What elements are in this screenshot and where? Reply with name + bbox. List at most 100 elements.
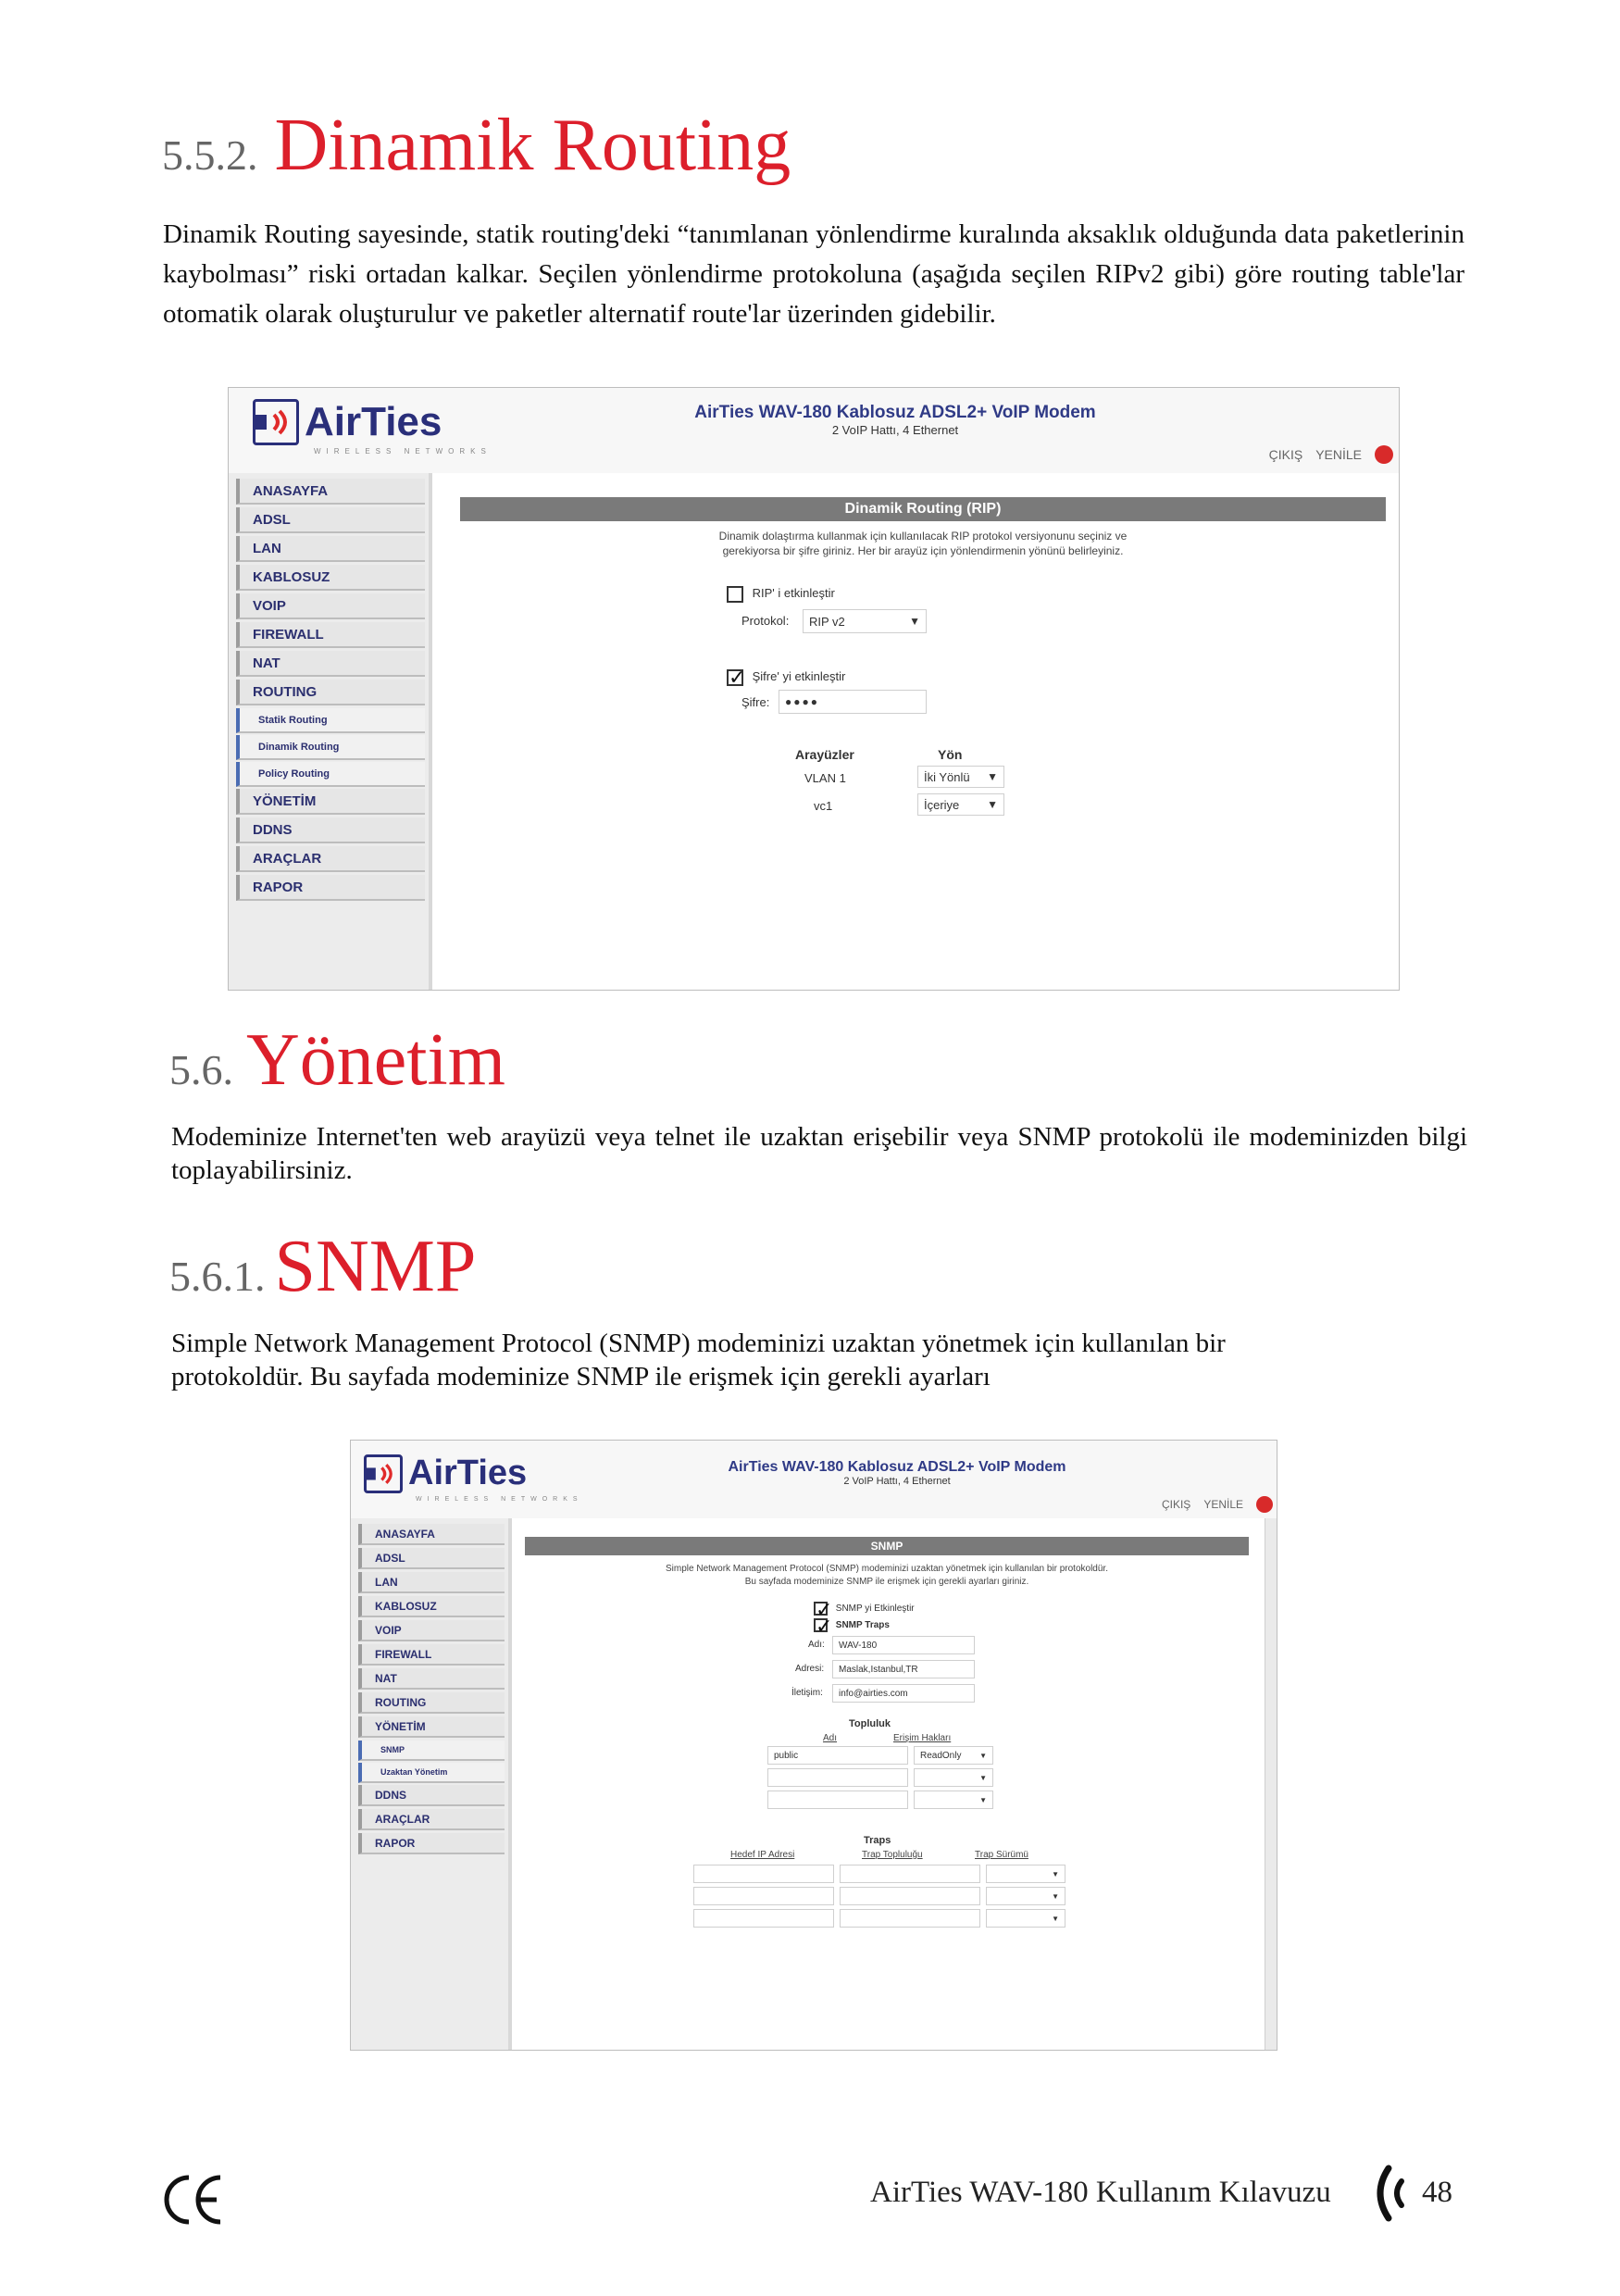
nav-firewall[interactable]: FIREWALL	[236, 622, 425, 648]
target-ip-field[interactable]	[693, 1909, 834, 1928]
snmp-enable-checkbox[interactable]	[814, 1598, 832, 1622]
section-paragraph-line-1: Simple Network Management Protocol (SNMP…	[171, 1329, 1226, 1358]
logo-icon	[362, 1454, 403, 1493]
nav-yonetim[interactable]: YÖNETİM	[236, 789, 425, 815]
nav-dinamik-routing[interactable]: Dinamik Routing	[236, 735, 425, 760]
nav-anasayfa[interactable]: ANASAYFA	[358, 1524, 505, 1545]
nav-yonetim[interactable]: YÖNETİM	[358, 1716, 505, 1738]
trap-version-select[interactable]: ▼	[986, 1887, 1065, 1905]
protocol-label: Protokol:	[741, 614, 790, 628]
chevron-down-icon: ▼	[987, 798, 998, 811]
contact-field[interactable]: info@airties.com	[832, 1684, 975, 1703]
access-select[interactable]: ▼	[914, 1768, 993, 1787]
logo-subtitle: WIRELESS NETWORKS	[416, 1496, 583, 1503]
nav-adsl[interactable]: ADSL	[236, 507, 425, 533]
nav-kablosuz[interactable]: KABLOSUZ	[358, 1596, 505, 1617]
rip-enable-checkbox[interactable]	[727, 586, 743, 603]
power-icon[interactable]	[1256, 1496, 1273, 1513]
panel-title: SNMP	[525, 1537, 1249, 1555]
exit-link[interactable]: ÇIKIŞ	[1162, 1498, 1190, 1511]
description-line-2: gerekiyorsa bir şifre giriniz. Her bir a…	[722, 544, 1124, 557]
trap-community-field[interactable]	[840, 1909, 980, 1928]
modem-banner: AirTies WIRELESS NETWORKS AirTies WAV-18…	[229, 388, 1399, 473]
interface-name: VLAN 1	[804, 771, 846, 785]
nav-snmp[interactable]: SNMP	[358, 1741, 505, 1761]
protocol-select[interactable]: RIP v2 ▼	[803, 609, 927, 633]
footer-manual-title: AirTies WAV-180 Kullanım Kılavuzu	[870, 2176, 1331, 2209]
description-line-2: Bu sayfada modeminize SNMP ile erişmek i…	[744, 1577, 1029, 1587]
power-icon[interactable]	[1375, 445, 1393, 464]
snmp-traps-checkbox[interactable]	[814, 1615, 832, 1639]
community-name-field[interactable]: public	[767, 1746, 908, 1765]
nav-statik-routing[interactable]: Statik Routing	[236, 708, 425, 733]
name-field[interactable]: WAV-180	[832, 1636, 975, 1654]
nav-nat[interactable]: NAT	[358, 1668, 505, 1690]
chevron-down-icon: ▼	[979, 1795, 987, 1804]
nav-kablosuz[interactable]: KABLOSUZ	[236, 565, 425, 591]
community-name-field[interactable]	[767, 1791, 908, 1809]
airties-logo: AirTies	[250, 399, 442, 445]
community-name-header: Adı	[823, 1733, 838, 1743]
section-paragraph: Modeminize Internet'ten web arayüzü veya…	[171, 1122, 1467, 1185]
trap-version-header: Trap Sürümü	[975, 1850, 1028, 1860]
target-ip-field[interactable]	[693, 1865, 834, 1883]
refresh-link[interactable]: YENİLE	[1203, 1498, 1243, 1511]
trap-version-select[interactable]: ▼	[986, 1909, 1065, 1928]
refresh-link[interactable]: YENİLE	[1315, 447, 1362, 462]
trap-community-field[interactable]	[840, 1865, 980, 1883]
snmp-traps-label: SNMP Traps	[835, 1620, 890, 1631]
target-ip-field[interactable]	[693, 1887, 834, 1905]
trap-community-header: Trap Topluluğu	[862, 1850, 923, 1860]
section-paragraph: Dinamik Routing sayesinde, statik routin…	[163, 219, 1464, 329]
interface-name: vc1	[814, 799, 833, 813]
nav-lan[interactable]: LAN	[236, 536, 425, 562]
scrollbar[interactable]	[1265, 1518, 1277, 2050]
nav-rapor[interactable]: RAPOR	[236, 875, 425, 901]
sidebar: ANASAYFA ADSL LAN KABLOSUZ VOIP FIREWALL…	[351, 1518, 512, 2050]
airties-logo: AirTies	[362, 1454, 527, 1493]
nav-ddns[interactable]: DDNS	[236, 817, 425, 843]
chevron-down-icon: ▼	[1052, 1891, 1059, 1901]
nav-voip[interactable]: VOIP	[236, 593, 425, 619]
nav-ddns[interactable]: DDNS	[358, 1785, 505, 1806]
direction-select[interactable]: İçeriye ▼	[917, 793, 1004, 816]
chevron-down-icon: ▼	[909, 615, 920, 628]
nav-lan[interactable]: LAN	[358, 1572, 505, 1593]
logo-icon	[250, 399, 299, 445]
airties-wave-icon	[1370, 2165, 1411, 2222]
community-name-field[interactable]	[767, 1768, 908, 1787]
nav-voip[interactable]: VOIP	[358, 1620, 505, 1641]
trap-version-select[interactable]: ▼	[986, 1865, 1065, 1883]
nav-anasayfa[interactable]: ANASAYFA	[236, 479, 425, 505]
exit-link[interactable]: ÇIKIŞ	[1269, 447, 1303, 462]
nav-araclar[interactable]: ARAÇLAR	[358, 1809, 505, 1830]
traps-title: Traps	[864, 1835, 891, 1846]
chevron-down-icon: ▼	[1052, 1914, 1059, 1923]
access-select[interactable]: ▼	[914, 1791, 993, 1809]
password-enable-checkbox[interactable]	[727, 666, 745, 690]
chevron-down-icon: ▼	[979, 1751, 987, 1760]
nav-rapor[interactable]: RAPOR	[358, 1833, 505, 1854]
nav-firewall[interactable]: FIREWALL	[358, 1644, 505, 1666]
model-subtitle: 2 VoIP Hattı, 4 Ethernet	[843, 1476, 951, 1487]
nav-policy-routing[interactable]: Policy Routing	[236, 762, 425, 787]
top-links: ÇIKIŞ YENİLE	[1256, 445, 1393, 464]
nav-uzaktan-yonetim[interactable]: Uzaktan Yönetim	[358, 1763, 505, 1783]
trap-community-field[interactable]	[840, 1887, 980, 1905]
screenshot-dinamik-routing: AirTies WIRELESS NETWORKS AirTies WAV-18…	[228, 387, 1400, 991]
address-field[interactable]: Maslak,Istanbul,TR	[832, 1660, 975, 1678]
nav-routing[interactable]: ROUTING	[236, 680, 425, 705]
page-number: 48	[1422, 2176, 1452, 2209]
nav-araclar[interactable]: ARAÇLAR	[236, 846, 425, 872]
nav-nat[interactable]: NAT	[236, 651, 425, 677]
sidebar: ANASAYFA ADSL LAN KABLOSUZ VOIP FIREWALL…	[229, 473, 432, 990]
nav-adsl[interactable]: ADSL	[358, 1548, 505, 1569]
description-line-1: Dinamik dolaştırma kullanmak için kullan…	[718, 530, 1128, 543]
protocol-value: RIP v2	[809, 614, 845, 629]
password-field[interactable]: ●●●●	[779, 690, 927, 714]
access-select[interactable]: ReadOnly ▼	[914, 1746, 993, 1765]
direction-select[interactable]: İki Yönlü ▼	[917, 766, 1004, 788]
name-label: Adı:	[808, 1640, 825, 1650]
target-ip-header: Hedef IP Adresi	[730, 1850, 795, 1860]
nav-routing[interactable]: ROUTING	[358, 1692, 505, 1714]
